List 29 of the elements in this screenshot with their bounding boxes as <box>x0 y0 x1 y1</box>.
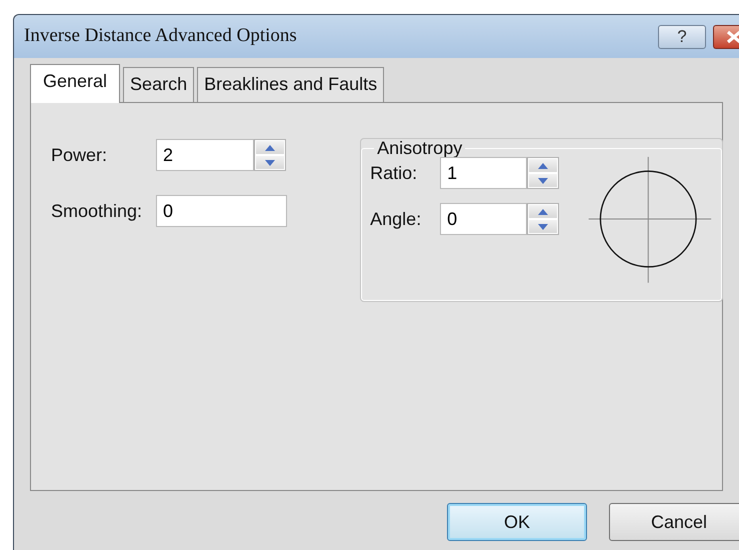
input-field[interactable]: 0 <box>440 203 528 235</box>
tab[interactable]: General <box>30 64 120 103</box>
group-title: Anisotropy <box>376 139 464 157</box>
up-arrow-icon <box>538 162 548 168</box>
up-arrow-icon <box>265 144 275 150</box>
tab[interactable]: Breaklines and Faults <box>197 67 384 102</box>
field-label: Smoothing: <box>51 200 144 223</box>
spin-down-button[interactable] <box>528 219 558 234</box>
spin-up-button[interactable] <box>528 204 558 219</box>
spin-up-button[interactable] <box>528 158 558 173</box>
input-field[interactable]: 2 <box>156 139 254 171</box>
field-label: Angle: <box>370 208 422 231</box>
up-arrow-icon <box>538 208 548 214</box>
input-field[interactable]: 0 <box>156 195 287 227</box>
input-field[interactable]: 1 <box>440 157 528 189</box>
window-title: Inverse Distance Advanced Options <box>24 24 298 48</box>
cancel-button[interactable]: Cancel <box>609 503 739 541</box>
ok-button[interactable]: OK <box>447 503 587 541</box>
help-button[interactable]: ? <box>658 24 706 48</box>
down-arrow-icon <box>538 224 548 230</box>
close-icon <box>724 30 739 44</box>
spin-down-button[interactable] <box>255 155 285 170</box>
spin-down-button[interactable] <box>528 173 558 188</box>
down-arrow-icon <box>265 160 275 166</box>
down-arrow-icon <box>538 178 548 184</box>
spin-up-button[interactable] <box>255 140 285 155</box>
field-label: Power: <box>51 144 108 166</box>
field-label: Ratio: <box>370 162 418 184</box>
tab[interactable]: Search <box>123 67 194 102</box>
